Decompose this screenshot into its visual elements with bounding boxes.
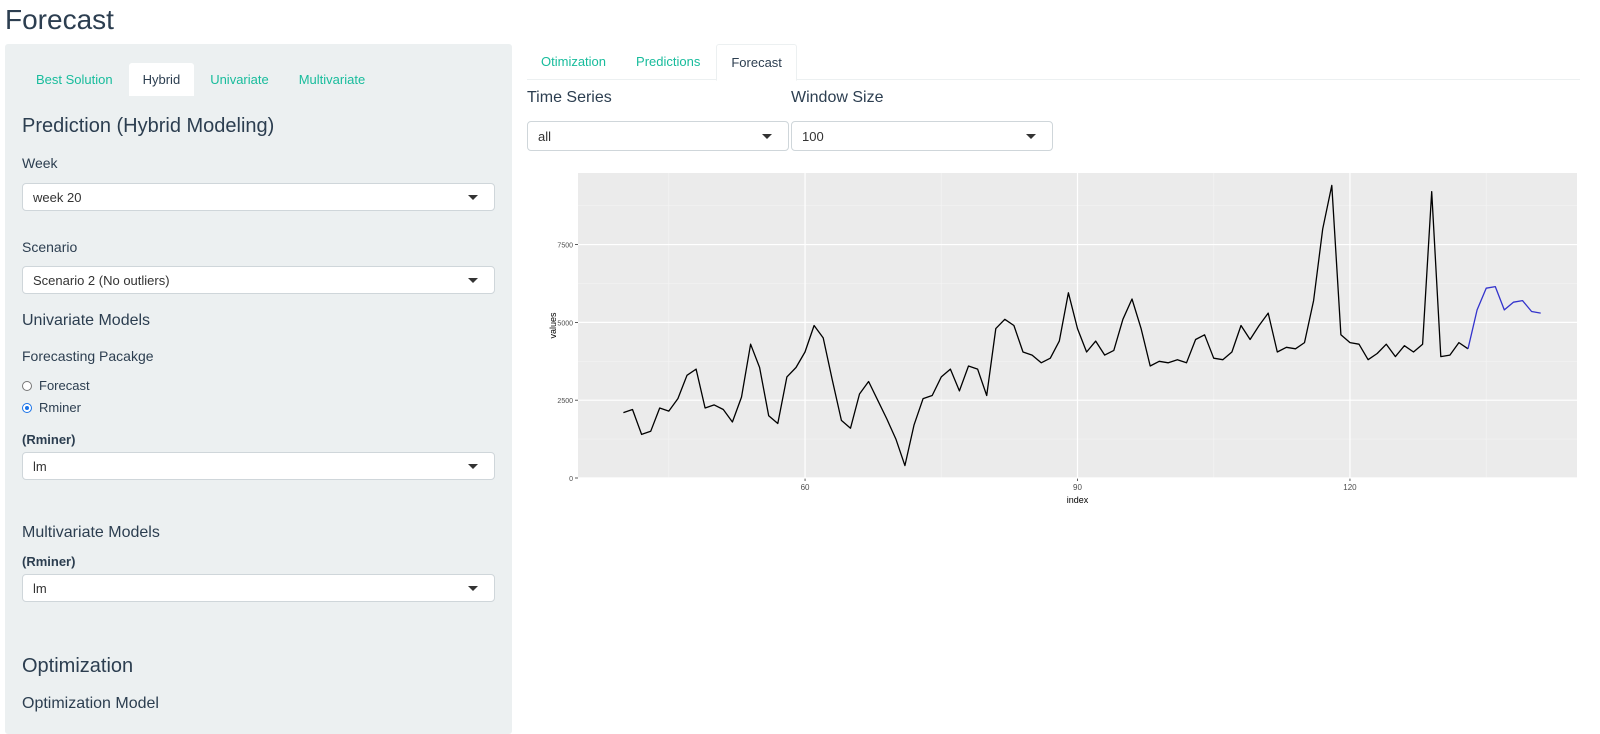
week-select-value: week 20 (33, 190, 82, 205)
x-tick-label: 120 (1343, 483, 1357, 492)
scenario-select[interactable]: Scenario 2 (No outliers) (22, 266, 495, 294)
scenario-select-value: Scenario 2 (No outliers) (33, 273, 170, 288)
caret-down-icon (468, 586, 478, 591)
caret-down-icon (468, 195, 478, 200)
week-select[interactable]: week 20 (22, 183, 495, 211)
caret-down-icon (468, 464, 478, 469)
univariate-rminer-value: lm (33, 459, 47, 474)
y-tick-label: 0 (569, 476, 573, 483)
y-tick-label: 7500 (557, 243, 573, 250)
time-series-select[interactable]: all (527, 121, 789, 151)
y-axis-title: values (548, 312, 558, 339)
window-size-label: Window Size (791, 89, 884, 106)
tab-multivariate[interactable]: Multivariate (285, 63, 379, 96)
multivariate-rminer-value: lm (33, 581, 47, 596)
sidebar-panel: Best Solution Hybrid Univariate Multivar… (5, 44, 512, 734)
multivariate-rminer-select[interactable]: lm (22, 574, 495, 602)
forecast-line-chart: 60 90 120 0 2500 5000 7500 index values (548, 173, 1577, 505)
multivariate-models-title: Multivariate Models (22, 524, 160, 541)
y-tick-label: 5000 (557, 320, 573, 327)
time-series-label: Time Series (527, 89, 612, 106)
y-tick-label: 2500 (557, 398, 573, 405)
x-tick-label: 90 (1073, 483, 1082, 492)
time-series-value: all (538, 129, 552, 144)
radio-forecast-label: Forecast (39, 378, 90, 393)
x-tick-label: 60 (801, 483, 810, 492)
sidebar-tabs: Best Solution Hybrid Univariate Multivar… (22, 63, 381, 96)
main-tabs: Otimization Predictions Forecast (527, 44, 1580, 81)
caret-down-icon (468, 278, 478, 283)
radio-forecast[interactable]: Forecast (22, 378, 90, 393)
tab-best-solution[interactable]: Best Solution (22, 63, 127, 96)
optimization-title: Optimization (22, 655, 134, 677)
page-title: Forecast (5, 4, 114, 35)
x-axis-title: index (1067, 495, 1089, 505)
window-size-select[interactable]: 100 (791, 121, 1053, 151)
tab-predictions[interactable]: Predictions (622, 44, 714, 79)
univariate-rminer-label: (Rminer) (22, 432, 76, 447)
section-title: Prediction (Hybrid Modeling) (22, 115, 275, 137)
tab-univariate[interactable]: Univariate (196, 63, 283, 96)
univariate-models-title: Univariate Models (22, 312, 151, 329)
window-size-value: 100 (802, 129, 824, 144)
tab-otimization[interactable]: Otimization (527, 44, 620, 79)
forecasting-package-label: Forecasting Pacakge (22, 348, 154, 364)
scenario-label: Scenario (22, 239, 78, 255)
caret-down-icon (762, 134, 772, 139)
radio-rminer[interactable]: Rminer (22, 400, 81, 415)
optimization-model-label: Optimization Model (22, 695, 159, 712)
radio-checked-icon (22, 402, 32, 413)
multivariate-rminer-label: (Rminer) (22, 554, 76, 569)
univariate-rminer-select[interactable]: lm (22, 452, 495, 480)
radio-unchecked-icon (22, 380, 32, 391)
tab-hybrid[interactable]: Hybrid (128, 63, 195, 96)
caret-down-icon (1026, 134, 1036, 139)
week-label: Week (22, 155, 58, 171)
radio-rminer-label: Rminer (39, 400, 81, 415)
tab-forecast[interactable]: Forecast (716, 44, 797, 81)
